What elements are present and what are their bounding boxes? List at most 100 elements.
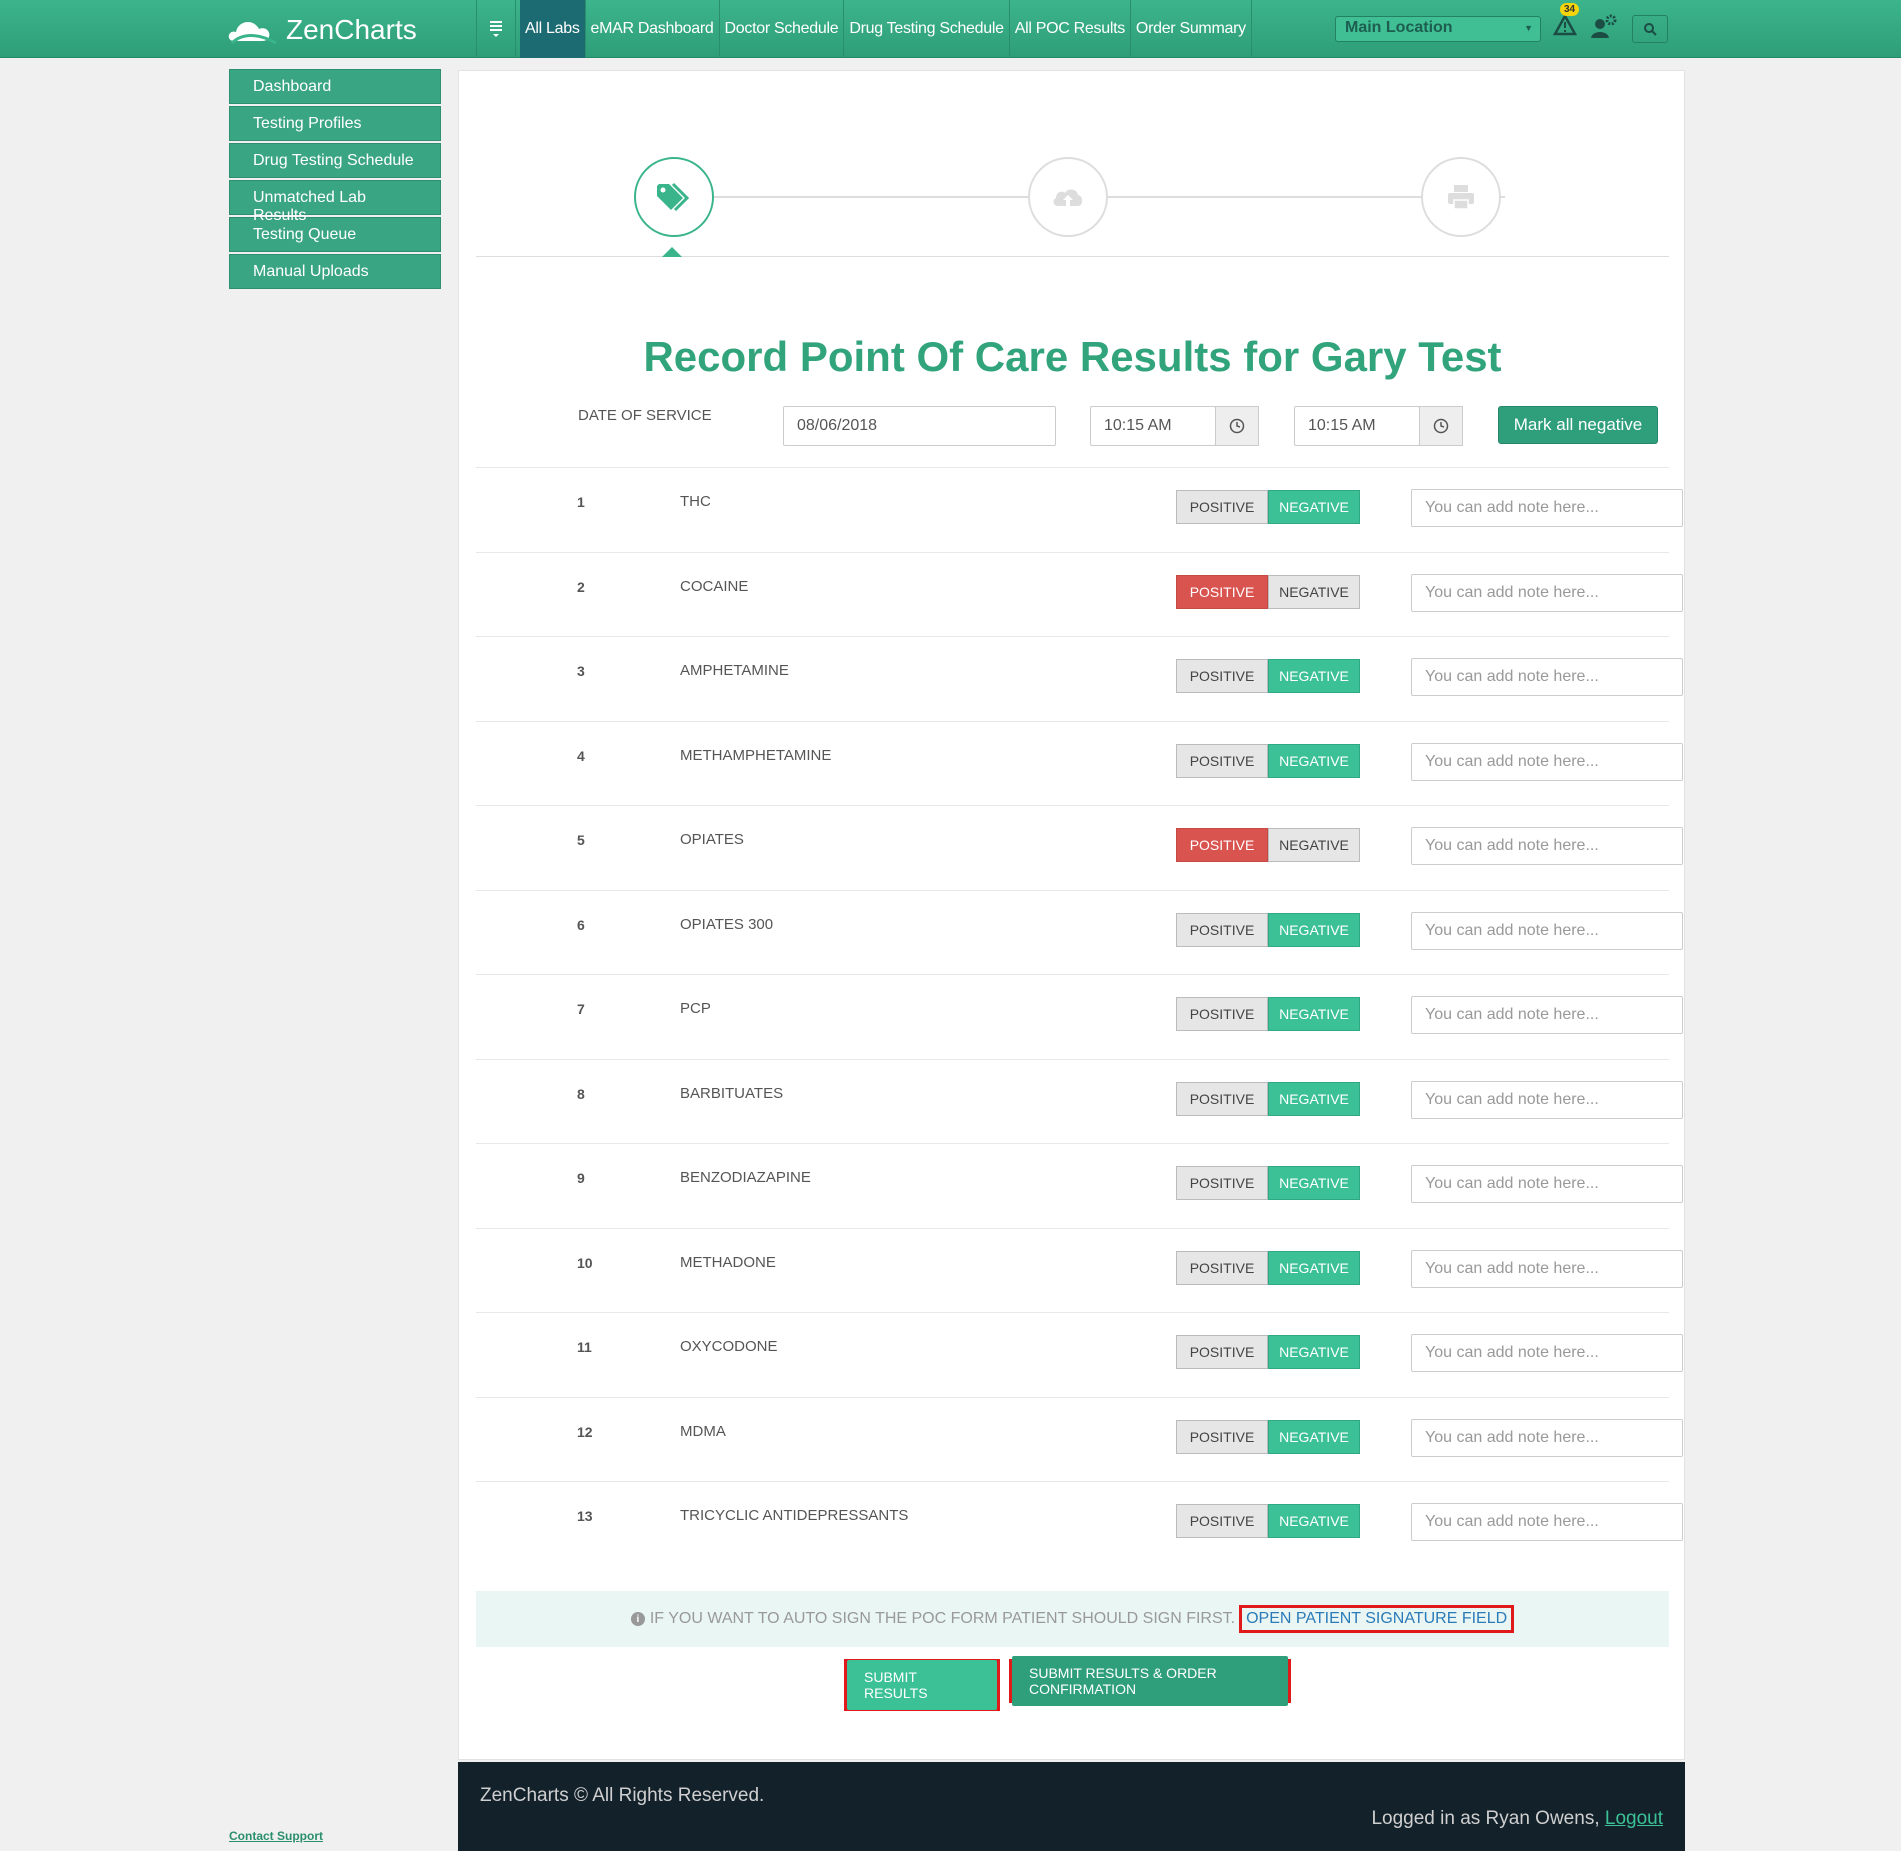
app-name: ZenCharts [286,14,417,45]
note-input[interactable]: You can add note here... [1411,1080,1683,1119]
sidebar-item-unmatched-lab-results[interactable]: Unmatched Lab Results [229,180,441,224]
sidebar-item-testing-profiles[interactable]: Testing Profiles [229,106,441,141]
positive-button[interactable]: POSITIVE [1176,997,1268,1031]
note-input[interactable]: You can add note here... [1411,996,1683,1034]
test-number: 6 [577,916,585,933]
negative-button[interactable]: NEGATIVE [1268,1166,1360,1200]
note-input[interactable]: You can add note here... [1411,911,1683,950]
wizard-step-print[interactable] [1421,157,1501,237]
positive-button[interactable]: POSITIVE [1176,743,1268,778]
test-number: 2 [577,578,585,595]
open-signature-field-link[interactable]: OPEN PATIENT SIGNATURE FIELD [1239,1605,1515,1633]
note-input[interactable]: You can add note here... [1411,1418,1683,1457]
positive-button[interactable]: POSITIVE [1176,1504,1268,1538]
note-input[interactable]: You can add note here... [1411,573,1683,612]
test-number: 4 [577,747,585,764]
contact-support-link[interactable]: Contact Support [229,1829,323,1843]
nav-all-labs[interactable]: All Labs [520,0,586,58]
location-select[interactable]: Main Location ▼ [1335,16,1541,42]
positive-button[interactable]: POSITIVE [1176,1166,1268,1200]
negative-button[interactable]: NEGATIVE [1268,490,1360,524]
test-row: 2 COCAINE POSITIVE NEGATIVE You can add note… [476,551,1683,636]
result-toggle: POSITIVE NEGATIVE [1176,574,1360,609]
positive-button[interactable]: POSITIVE [1176,659,1268,693]
menu-toggle-button[interactable] [476,0,516,58]
date-of-service-label: DATE OF SERVICE [578,407,712,424]
nav-order-summary[interactable]: Order Summary [1131,0,1252,58]
nav-all-poc-results[interactable]: All POC Results [1010,0,1131,58]
sidebar-item-drug-testing-schedule[interactable]: Drug Testing Schedule [229,143,441,178]
positive-button[interactable]: POSITIVE [1176,574,1268,609]
page-title: Record Point Of Care Results for Gary Te… [643,333,1502,380]
start-time-picker-button[interactable] [1215,406,1259,446]
result-toggle: POSITIVE NEGATIVE [1176,1504,1360,1538]
zencharts-logo[interactable]: ZenCharts [228,12,417,48]
positive-button[interactable]: POSITIVE [1176,1250,1268,1285]
search-button[interactable] [1632,15,1668,43]
note-input[interactable]: You can add note here... [1411,827,1683,865]
end-time-input[interactable]: 10:15 AM [1294,406,1420,446]
submit-results-button[interactable]: SUBMIT RESULTS [847,1660,997,1710]
test-number: 7 [577,1001,585,1017]
negative-button[interactable]: NEGATIVE [1268,1335,1360,1369]
note-input[interactable]: You can add note here... [1411,1165,1683,1203]
test-name: OXYCODONE [680,1338,778,1355]
negative-button[interactable]: NEGATIVE [1268,743,1360,778]
alert-icon[interactable] [1552,13,1578,41]
note-input[interactable]: You can add note here... [1411,489,1683,527]
wizard-step-tag[interactable] [634,157,714,237]
nav-drug-testing-schedule[interactable]: Drug Testing Schedule [844,0,1010,58]
negative-button[interactable]: NEGATIVE [1268,1250,1360,1285]
location-value: Main Location [1345,19,1453,36]
test-name: TRICYCLIC ANTIDEPRESSANTS [680,1507,909,1524]
negative-button[interactable]: NEGATIVE [1268,997,1360,1031]
negative-button[interactable]: NEGATIVE [1268,1504,1360,1538]
end-time-picker-button[interactable] [1419,406,1463,446]
submit-order-highlight: SUBMIT RESULTS & ORDER CONFIRMATION [1009,1656,1291,1706]
positive-button[interactable]: POSITIVE [1176,1335,1268,1369]
wizard-step-upload[interactable] [1028,157,1108,237]
chevron-down-icon: ▼ [1524,23,1533,33]
positive-button[interactable]: POSITIVE [1176,828,1268,862]
test-row: 1 THC POSITIVE NEGATIVE You can add note her… [476,467,1683,551]
note-input[interactable]: You can add note here... [1411,742,1683,781]
test-row: 8 BARBITUATES POSITIVE NEGATIVE You can add … [476,1058,1683,1143]
test-row: 5 OPIATES POSITIVE NEGATIVE You can add note… [476,805,1683,889]
note-input[interactable]: You can add note here... [1411,1334,1683,1372]
user-settings-icon[interactable] [1590,12,1618,45]
test-name: OPIATES 300 [680,915,774,933]
positive-button[interactable]: POSITIVE [1176,490,1268,524]
note-input[interactable]: You can add note here... [1411,658,1683,696]
sidebar-item-dashboard[interactable]: Dashboard [229,69,441,104]
start-time-input[interactable]: 10:15 AM [1090,406,1216,446]
submit-results-order-button[interactable]: SUBMIT RESULTS & ORDER CONFIRMATION [1012,1656,1288,1706]
positive-button[interactable]: POSITIVE [1176,912,1268,947]
positive-button[interactable]: POSITIVE [1176,1419,1268,1454]
test-name: AMPHETAMINE [680,662,789,679]
top-navbar: ZenCharts All Labs eMAR Dashboard Doctor… [0,0,1901,58]
test-row: 11 OXYCODONE POSITIVE NEGATIVE You can add n… [476,1312,1683,1396]
footer-copyright: ZenCharts © All Rights Reserved. [480,1785,765,1806]
negative-button[interactable]: NEGATIVE [1268,574,1360,609]
date-of-service-input[interactable]: 08/06/2018 [783,406,1056,446]
nav-emar-dashboard[interactable]: eMAR Dashboard [586,0,720,58]
logout-link[interactable]: Logout [1605,1808,1663,1829]
signature-info-text: IF YOU WANT TO AUTO SIGN THE POC FORM PA… [649,1610,1236,1627]
note-input[interactable]: You can add note here... [1411,1503,1683,1541]
negative-button[interactable]: NEGATIVE [1268,1081,1360,1116]
positive-button[interactable]: POSITIVE [1176,1081,1268,1116]
test-row: 13 TRICYCLIC ANTIDEPRESSANTS POSITIVE NEGAT… [476,1481,1683,1565]
cloud-upload-icon [1053,189,1083,206]
test-number: 8 [577,1085,585,1102]
negative-button[interactable]: NEGATIVE [1268,828,1360,862]
negative-button[interactable]: NEGATIVE [1268,1419,1360,1454]
negative-button[interactable]: NEGATIVE [1268,659,1360,693]
sidebar-item-manual-uploads[interactable]: Manual Uploads [229,254,441,289]
test-name: BARBITUATES [680,1084,784,1102]
result-toggle: POSITIVE NEGATIVE [1176,659,1360,693]
cloud-logo-icon [228,22,277,45]
negative-button[interactable]: NEGATIVE [1268,912,1360,947]
nav-doctor-schedule[interactable]: Doctor Schedule [720,0,845,58]
mark-all-negative-button[interactable]: Mark all negative [1498,406,1658,444]
note-input[interactable]: You can add note here... [1411,1249,1683,1288]
